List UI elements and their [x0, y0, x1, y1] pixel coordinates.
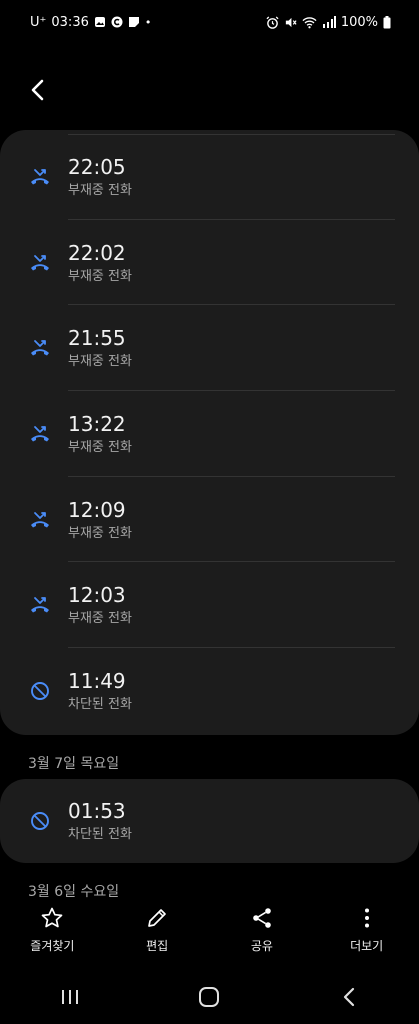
battery-percent: 100% — [340, 14, 378, 30]
signal-icon — [322, 16, 336, 28]
missed-call-icon — [28, 593, 52, 617]
app-notification-icon — [128, 17, 139, 27]
favorite-button[interactable]: 즐겨찾기 — [7, 903, 97, 965]
share-label: 공유 — [250, 939, 273, 953]
call-time: 22:05 — [68, 154, 126, 179]
call-type: 부재중 전화 — [68, 268, 132, 284]
clock: 03:36 — [51, 14, 89, 30]
battery-icon — [383, 15, 391, 28]
call-log-row[interactable]: 01:53 차단된 전화 — [0, 779, 419, 863]
call-log-row[interactable]: 13:22 부재중 전화 — [0, 391, 419, 477]
status-right: 100% — [266, 15, 391, 30]
alarm-icon — [266, 15, 279, 29]
call-log-row[interactable]: 12:09 부재중 전화 — [0, 477, 419, 563]
carrier-label: U⁺ — [30, 14, 47, 30]
call-type: 부재중 전화 — [68, 439, 132, 455]
more-vertical-icon — [355, 903, 379, 933]
c-notification-icon — [111, 16, 123, 28]
call-log-row[interactable]: 22:05 부재중 전화 — [0, 134, 419, 220]
call-time: 12:09 — [68, 497, 126, 522]
call-type: 부재중 전화 — [68, 525, 132, 541]
recents-button[interactable] — [40, 977, 100, 1017]
call-log-row[interactable]: 21:55 부재중 전화 — [0, 305, 419, 392]
call-time: 21:55 — [68, 326, 126, 351]
share-icon — [250, 903, 274, 933]
call-log-card: 01:53 차단된 전화 — [0, 779, 419, 863]
date-header: 3월 6일 수요일 — [28, 884, 120, 900]
call-type: 차단된 전화 — [68, 827, 132, 842]
call-time: 11:49 — [68, 668, 126, 693]
back-nav-icon — [344, 987, 355, 1007]
blocked-call-icon — [28, 809, 52, 833]
more-notifications-dot-icon: • — [144, 15, 152, 29]
call-type: 차단된 전화 — [68, 696, 132, 712]
missed-call-icon — [28, 165, 52, 189]
call-type: 부재중 전화 — [68, 182, 132, 198]
home-icon — [199, 987, 220, 1007]
share-button[interactable]: 공유 — [217, 903, 307, 965]
date-header: 3월 7일 목요일 — [28, 756, 120, 772]
missed-call-icon — [28, 422, 52, 446]
blocked-call-icon — [28, 679, 52, 703]
back-button[interactable] — [20, 72, 56, 108]
call-type: 부재중 전화 — [68, 354, 132, 370]
call-log-row[interactable]: 12:03 부재중 전화 — [0, 562, 419, 649]
call-log-card: 22:05 부재중 전화 22:02 부재중 전화 21:55 부재중 전화 13:2… — [0, 130, 419, 735]
gallery-notification-icon — [94, 17, 105, 27]
status-bar: U⁺ 03:36 • 100% — [0, 0, 419, 44]
wifi-icon — [302, 16, 317, 28]
bottom-action-bar: 즐겨찾기 편집 공유 더보기 — [0, 903, 419, 965]
more-button[interactable]: 더보기 — [322, 903, 412, 965]
star-icon — [40, 903, 64, 933]
recents-icon — [61, 990, 78, 1004]
system-nav-bar — [0, 970, 419, 1024]
missed-call-icon — [28, 336, 52, 360]
missed-call-icon — [28, 251, 52, 275]
pencil-icon — [145, 903, 169, 933]
call-time: 01:53 — [68, 799, 126, 823]
edit-label: 편집 — [146, 939, 169, 953]
missed-call-icon — [28, 508, 52, 532]
call-time: 13:22 — [68, 411, 126, 436]
system-back-button[interactable] — [319, 977, 379, 1017]
call-log-row[interactable]: 22:02 부재중 전화 — [0, 220, 419, 306]
more-label: 더보기 — [350, 939, 384, 953]
call-type: 부재중 전화 — [68, 611, 132, 627]
call-log-row[interactable]: 11:49 차단된 전화 — [0, 648, 419, 734]
home-button[interactable] — [179, 977, 239, 1017]
edit-button[interactable]: 편집 — [112, 903, 202, 965]
call-time: 22:02 — [68, 240, 126, 265]
call-time: 12:03 — [68, 583, 126, 608]
mute-icon — [285, 17, 297, 27]
favorite-label: 즐겨찾기 — [30, 939, 75, 953]
chevron-left-icon — [31, 79, 44, 101]
status-left: U⁺ 03:36 • — [30, 15, 151, 30]
